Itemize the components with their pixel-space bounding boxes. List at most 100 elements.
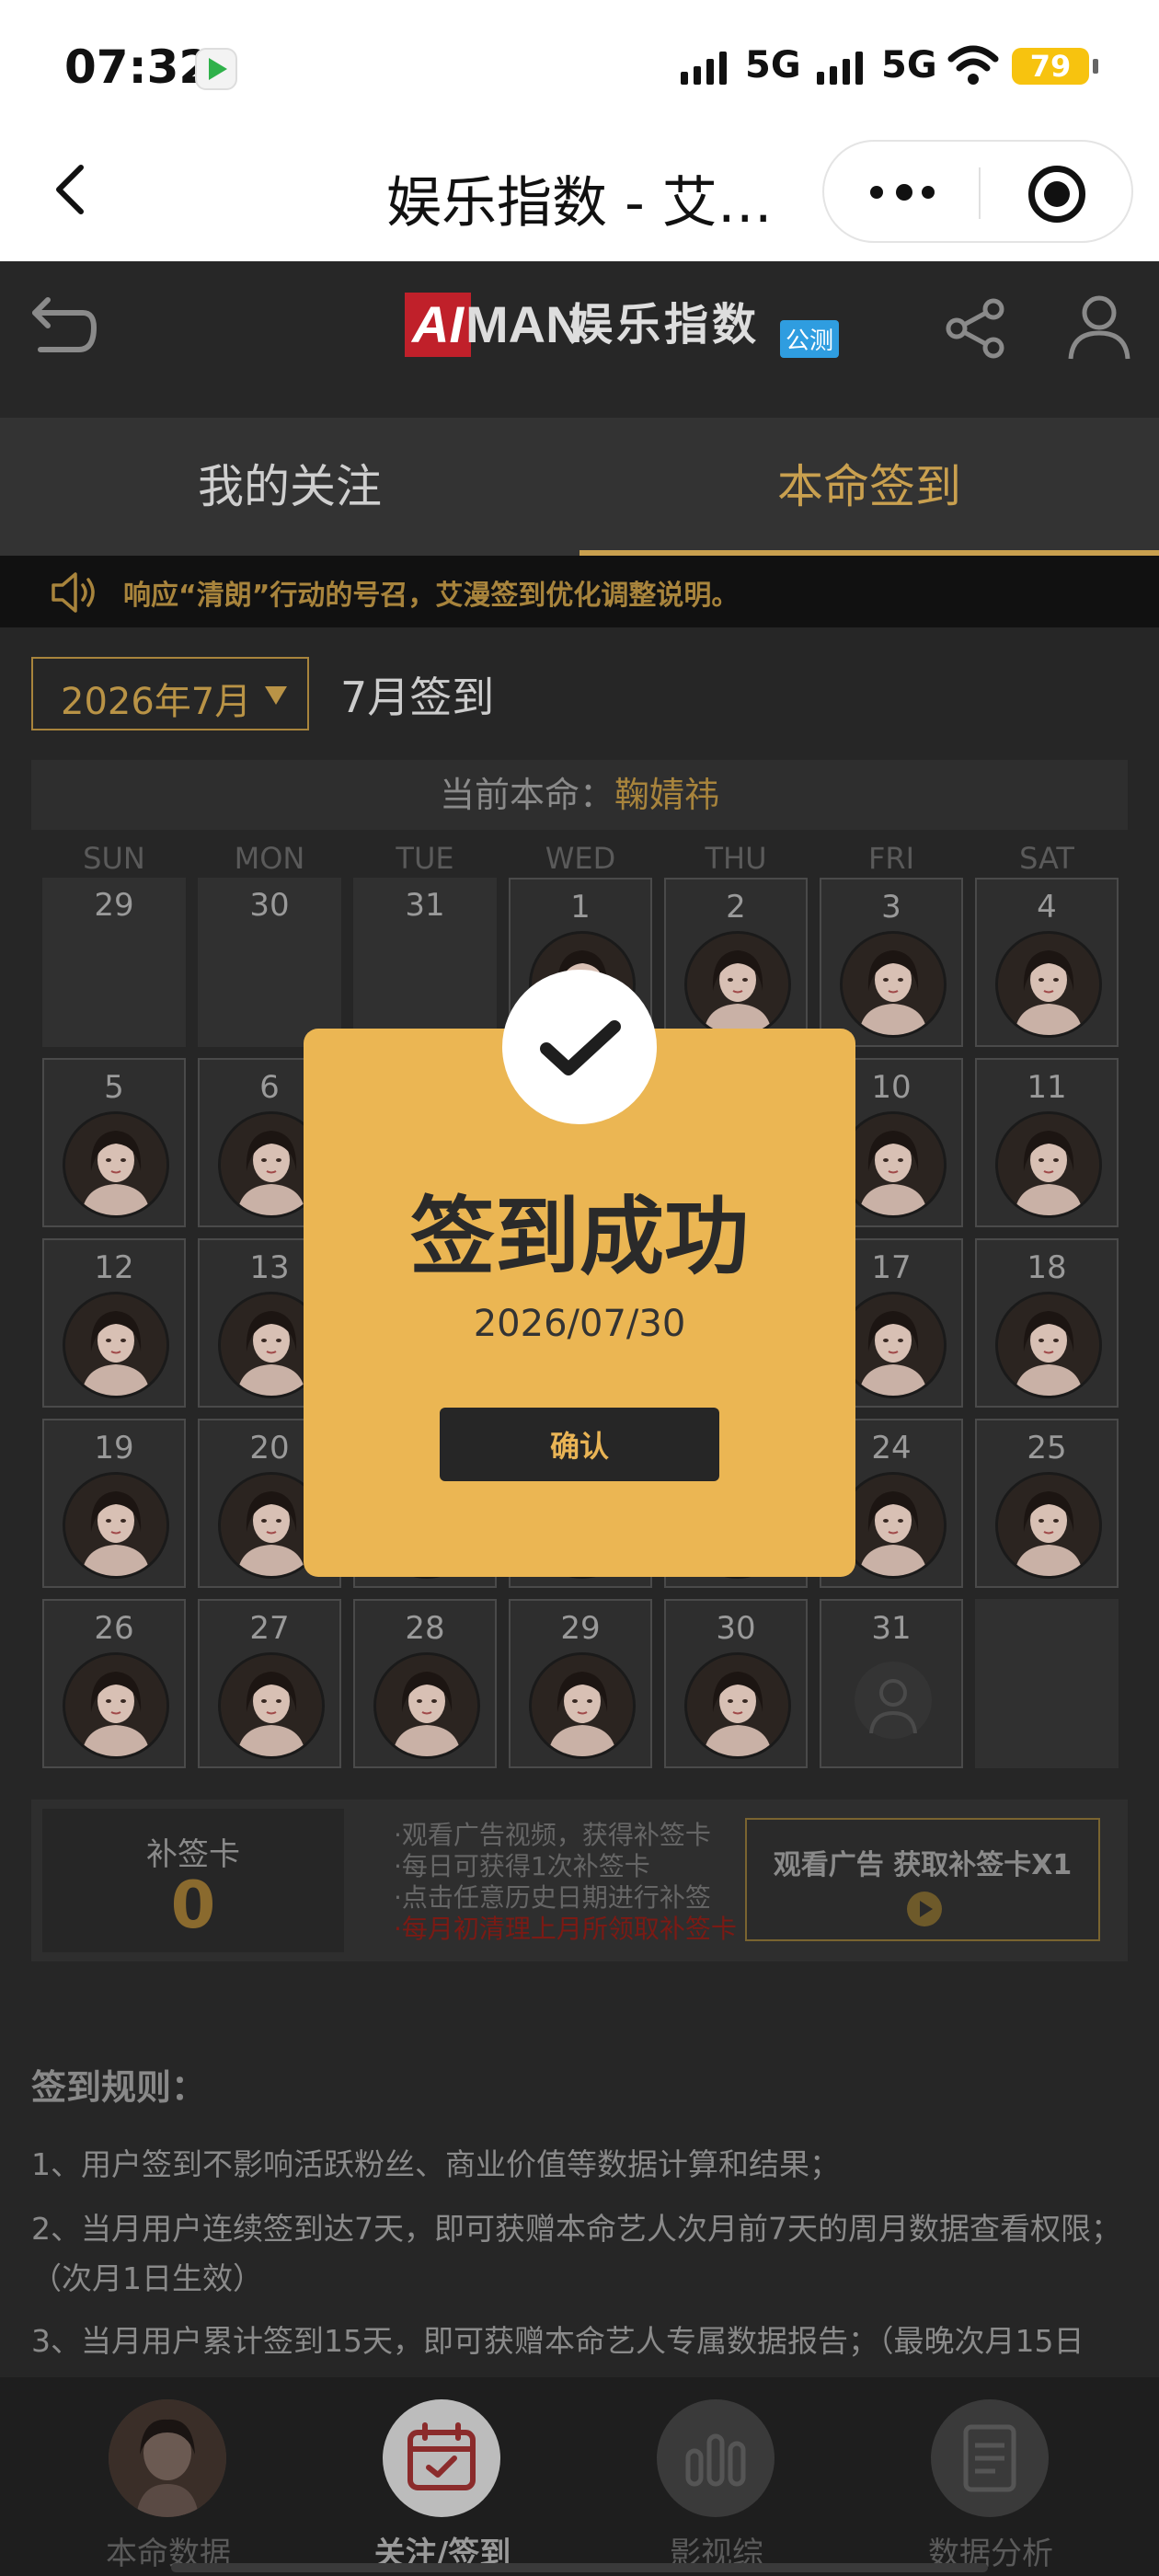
logo-man: MAN: [465, 295, 583, 353]
calendar-day-cell[interactable]: 29: [509, 1599, 652, 1768]
calendar-day-cell[interactable]: 25: [975, 1419, 1119, 1588]
more-icon[interactable]: [870, 184, 935, 201]
month-selector[interactable]: 2026年7月: [31, 657, 309, 730]
avatar-icon: [109, 2399, 226, 2517]
nav-data-analysis[interactable]: 数据分析: [894, 2399, 1087, 2574]
calendar-day-cell[interactable]: 27: [198, 1599, 341, 1768]
rule-item: 3、当月用户累计签到15天，即可获赠本命艺人专属数据报告；（最晚次月15日: [31, 2323, 1084, 2359]
rules-title: 签到规则：: [31, 2067, 207, 2108]
calendar-day-cell[interactable]: 31: [820, 1599, 963, 1768]
idol-avatar: [684, 1652, 791, 1759]
report-icon: [931, 2399, 1049, 2517]
dropdown-arrow-icon: [265, 686, 287, 705]
idol-avatar: [63, 1652, 169, 1759]
nav-film-tv[interactable]: 影视综: [620, 2399, 813, 2574]
idol-avatar: [63, 1111, 169, 1218]
user-profile-icon[interactable]: [1067, 293, 1131, 361]
page-title: 娱乐指数 - 艾…: [386, 171, 773, 236]
idol-avatar: [373, 1652, 480, 1759]
weekday-label: SUN: [83, 841, 145, 876]
calendar-day-cell[interactable]: 11: [975, 1058, 1119, 1227]
day-number: 4: [1037, 889, 1057, 926]
title-bar: 娱乐指数 - 艾…: [0, 138, 1159, 261]
day-number: 1: [570, 889, 591, 926]
calendar-day-cell[interactable]: 31: [353, 878, 497, 1047]
clock: 07:32: [64, 40, 212, 94]
speaker-icon: [52, 572, 95, 613]
network-label: 5G: [745, 44, 801, 86]
nav-follow-checkin[interactable]: 关注/签到: [346, 2399, 539, 2574]
calendar-day-cell[interactable]: 26: [42, 1599, 186, 1768]
day-number: 31: [405, 887, 445, 924]
calendar-day-cell[interactable]: 28: [353, 1599, 497, 1768]
tab-checkin[interactable]: 本命签到: [580, 418, 1159, 556]
day-number: 29: [94, 887, 134, 924]
day-number: 31: [871, 1610, 912, 1647]
tab-my-follows[interactable]: 我的关注: [0, 418, 580, 556]
day-number: 27: [249, 1610, 290, 1647]
makeup-card-panel: 补签卡 0 ·观看广告视频，获得补签卡 ·每日可获得1次补签卡 ·点击任意历史日…: [31, 1800, 1128, 1961]
confirm-button[interactable]: 确认: [440, 1408, 719, 1481]
day-number: 3: [881, 889, 901, 926]
month-checkin-label: 7月签到: [340, 673, 495, 722]
weekday-label: MON: [234, 841, 305, 876]
play-icon: [907, 1892, 942, 1926]
app-notification-icon: [195, 48, 237, 90]
app-header: AI MAN 娱乐指数 公测: [0, 261, 1159, 418]
idol-avatar: [995, 1111, 1102, 1218]
day-number: 12: [94, 1249, 134, 1286]
capsule-divider: [979, 167, 981, 219]
share-icon[interactable]: [944, 296, 1008, 361]
calendar-day-cell[interactable]: 30: [198, 878, 341, 1047]
makeup-rule-warning: ·每月初清理上月所领取补签卡: [394, 1914, 737, 1944]
day-number: 29: [560, 1610, 601, 1647]
battery-icon: 79: [1012, 48, 1098, 85]
idol-avatar: [63, 1292, 169, 1398]
back-chevron-icon[interactable]: [44, 162, 99, 217]
idol-avatar: [995, 1292, 1102, 1398]
day-number: 25: [1027, 1430, 1067, 1466]
calendar-day-cell[interactable]: 18: [975, 1238, 1119, 1408]
checkin-main: 2026年7月 7月签到 当前本命：鞠婧祎 SUN MON TUE WED THU FRI…: [0, 627, 1159, 2576]
dialog-title: 签到成功: [409, 1188, 749, 1286]
day-number: 30: [249, 887, 290, 924]
idol-avatar: [840, 931, 947, 1038]
calendar-day-cell[interactable]: 19: [42, 1419, 186, 1588]
undo-back-icon[interactable]: [28, 294, 98, 359]
placeholder-person-icon: [853, 1660, 934, 1752]
close-miniprogram-icon[interactable]: [1028, 166, 1085, 223]
idol-avatar: [840, 1292, 947, 1398]
day-number: 18: [1027, 1249, 1067, 1286]
day-number: 19: [94, 1430, 134, 1466]
makeup-rules: ·观看广告视频，获得补签卡 ·每日可获得1次补签卡 ·点击任意历史日期进行补签 …: [394, 1820, 737, 1945]
day-number: 28: [405, 1610, 445, 1647]
weekday-label: TUE: [396, 841, 454, 876]
calendar-day-cell[interactable]: 4: [975, 878, 1119, 1047]
calendar-day-cell[interactable]: 5: [42, 1058, 186, 1227]
calendar-day-cell[interactable]: 30: [664, 1599, 808, 1768]
watch-ad-button[interactable]: 观看广告 获取补签卡X1: [745, 1818, 1100, 1941]
wifi-icon: [947, 45, 999, 85]
bottom-nav: 本命数据 关注/签到 影视综 数据分析: [0, 2377, 1159, 2576]
day-number: 5: [104, 1069, 124, 1106]
calendar-day-cell[interactable]: 12: [42, 1238, 186, 1408]
weekday-label: SAT: [1019, 841, 1074, 876]
makeup-rule: ·观看广告视频，获得补签卡: [394, 1820, 711, 1850]
weekday-label: THU: [705, 841, 767, 876]
notice-bar[interactable]: 响应“清朗”行动的号召，艾漫签到优化调整说明。: [0, 556, 1159, 627]
idol-avatar: [840, 1111, 947, 1218]
signal-icon: [817, 48, 872, 85]
tab-bar: 我的关注 本命签到: [0, 418, 1159, 556]
calendar-day-cell[interactable]: 29: [42, 878, 186, 1047]
status-bar: 07:32 5G 5G 79: [0, 0, 1159, 138]
calendar-day-cell[interactable]: 3: [820, 878, 963, 1047]
checkmark-icon: [502, 970, 657, 1124]
makeup-rule: ·点击任意历史日期进行补签: [394, 1882, 711, 1913]
nav-idol-data[interactable]: 本命数据: [72, 2399, 265, 2574]
beta-badge: 公测: [780, 320, 840, 358]
makeup-rule: ·每日可获得1次补签卡: [394, 1851, 650, 1881]
calendar-day-cell[interactable]: 2: [664, 878, 808, 1047]
idol-avatar: [840, 1472, 947, 1579]
home-indicator[interactable]: [171, 2563, 988, 2572]
weekday-label: FRI: [867, 841, 915, 876]
